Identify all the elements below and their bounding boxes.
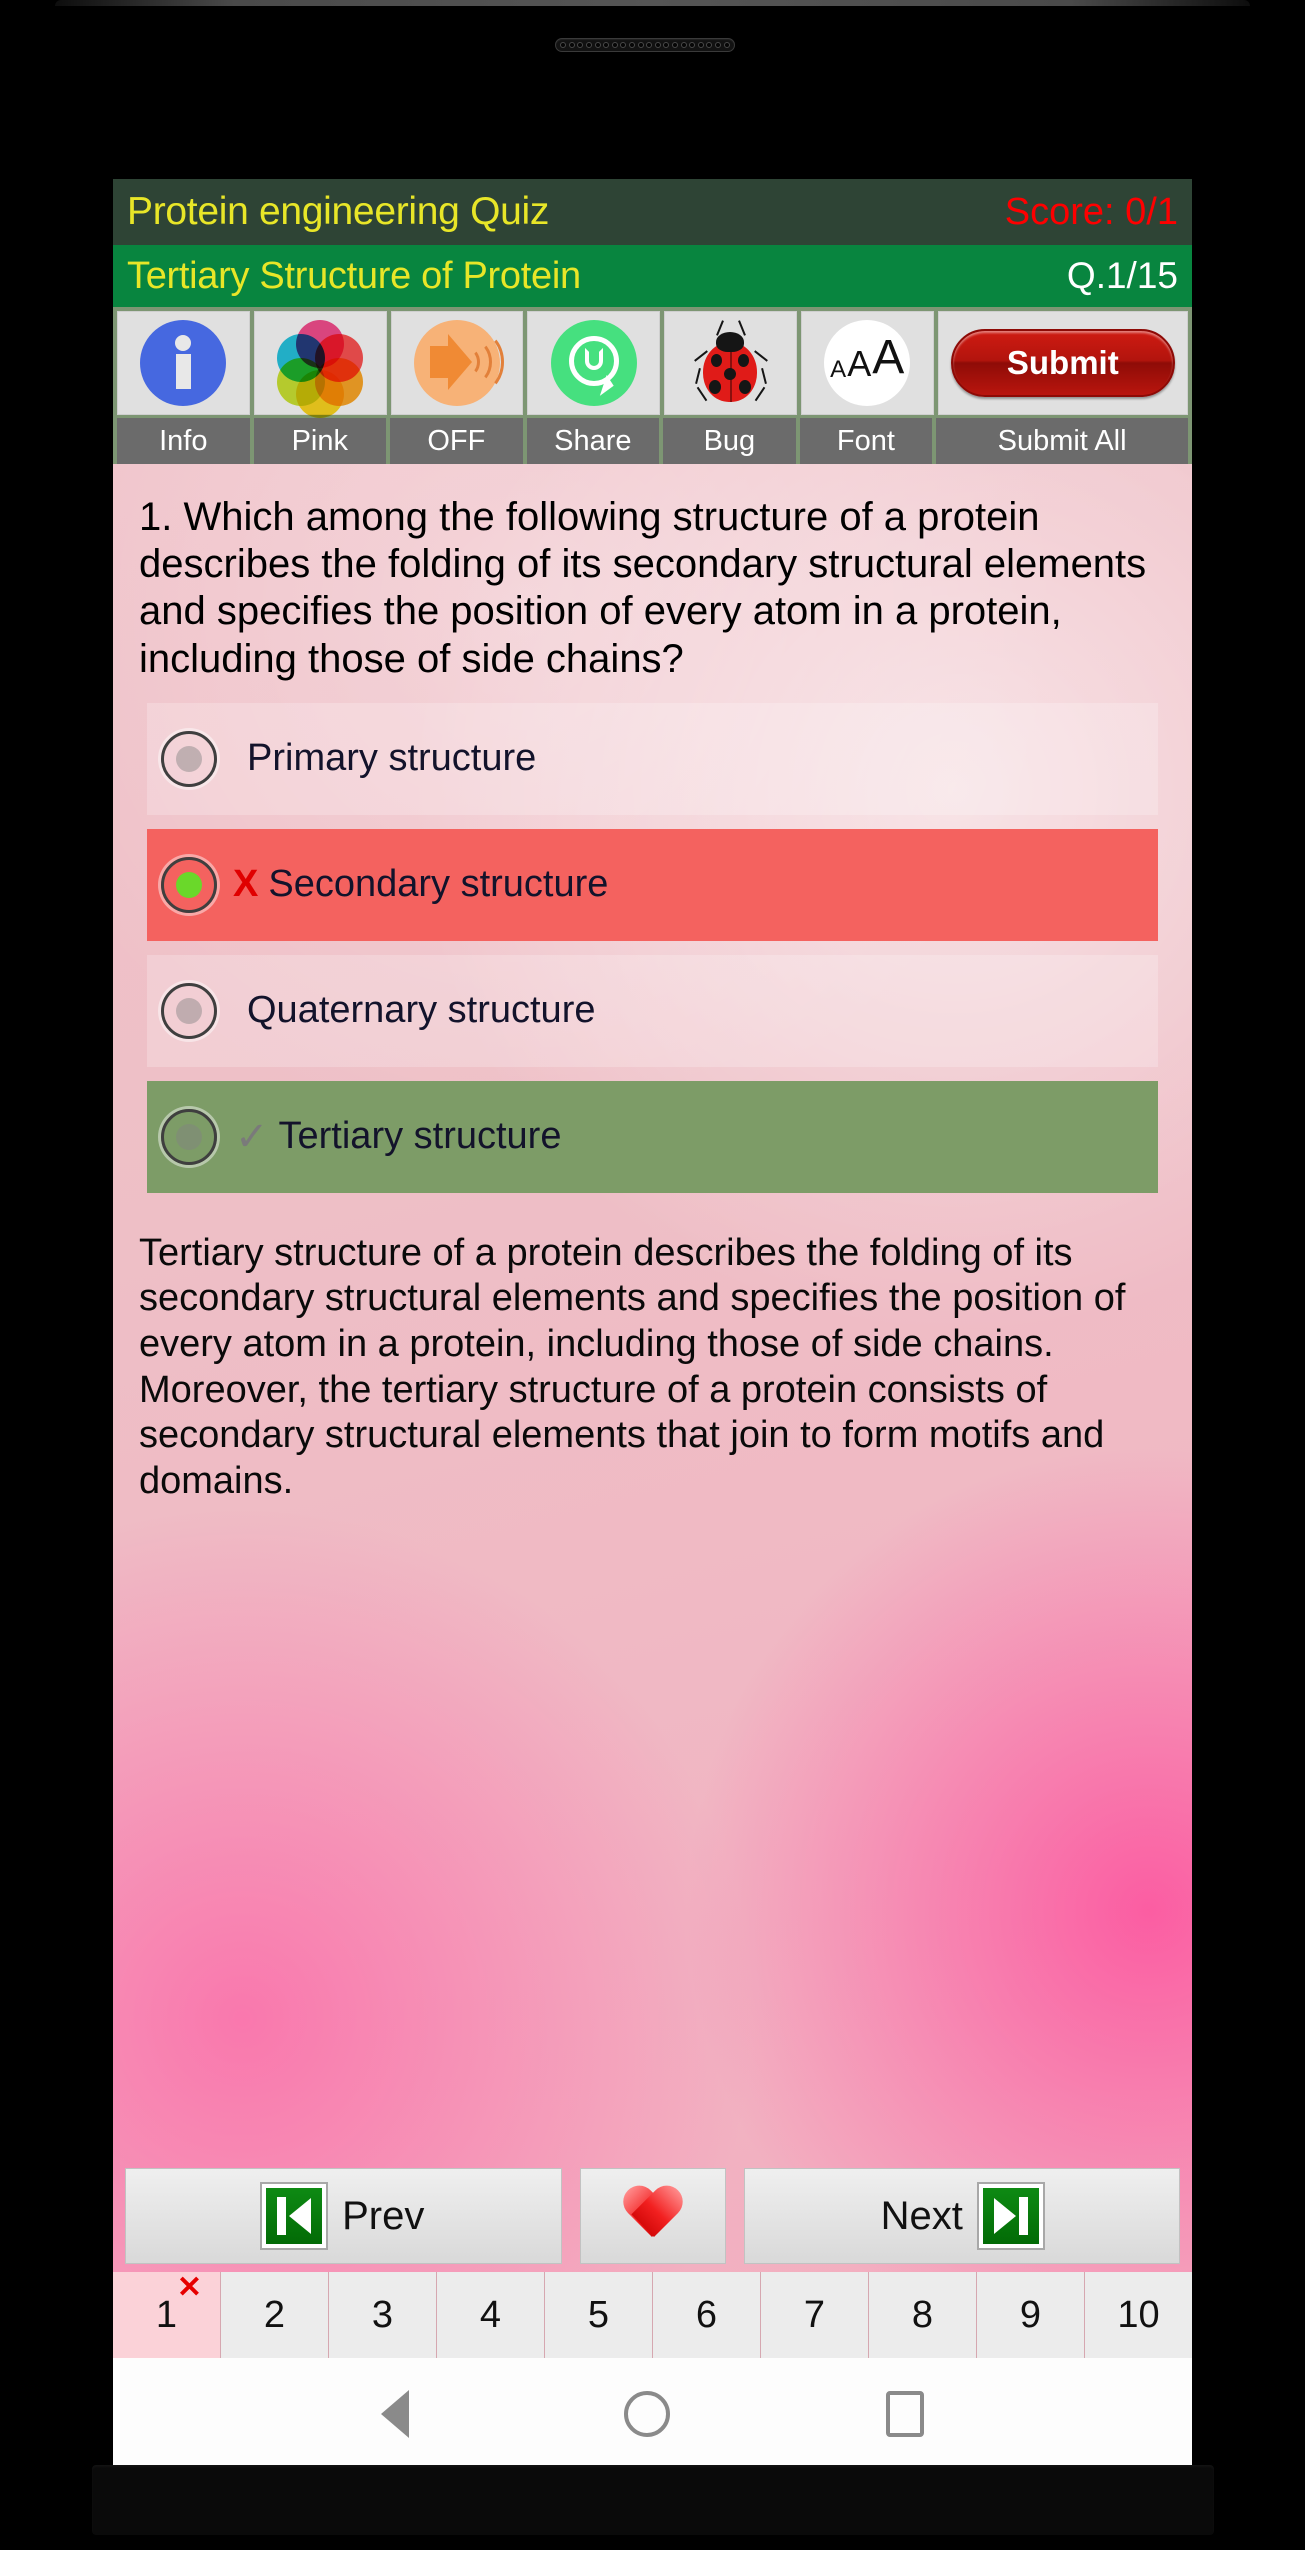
prev-button-label: Prev	[342, 2193, 425, 2238]
share-button[interactable]	[527, 311, 661, 415]
score-display: Score: 0/1	[1004, 190, 1178, 233]
theme-color-button[interactable]	[253, 311, 387, 418]
page-number-6: 6	[695, 2293, 718, 2336]
page-number-1: 1	[155, 2293, 178, 2336]
android-navigation-bar	[113, 2358, 1192, 2470]
phone-device: Protein engineering Quiz Score: 0/1 Tert…	[0, 0, 1305, 2550]
page-cell-8[interactable]: 8	[869, 2272, 977, 2358]
tool-label-off[interactable]: OFF	[390, 418, 523, 464]
heart-icon	[622, 2187, 684, 2245]
report-bug-button[interactable]	[664, 311, 797, 415]
page-cell-7[interactable]: 7	[761, 2272, 869, 2358]
tool-label-font[interactable]: Font	[799, 418, 933, 464]
app-screen: Protein engineering Quiz Score: 0/1 Tert…	[113, 179, 1192, 2495]
speaker-icon	[413, 320, 504, 406]
page-number-3: 3	[371, 2293, 394, 2336]
subject-title: Tertiary Structure of Protein	[127, 254, 581, 297]
page-wrong-mark: ✕	[176, 2271, 202, 2304]
correct-answer-mark: ✓	[235, 1114, 269, 1159]
page-cell-9[interactable]: 9	[977, 2272, 1085, 2358]
option-label-tertiary: Tertiary structure	[278, 1115, 562, 1158]
answer-options-list: Primary structure X Secondary structure …	[113, 702, 1192, 1193]
favorite-button[interactable]	[579, 2168, 726, 2264]
skip-to-start-icon	[260, 2182, 329, 2250]
option-quaternary-structure[interactable]: Quaternary structure	[147, 954, 1158, 1067]
back-icon[interactable]	[380, 2390, 409, 2438]
radio-quaternary-structure[interactable]	[161, 982, 217, 1039]
submit-button-label: Submit	[951, 329, 1175, 397]
question-pager: ✕ 1 2 3 4 5 6 7 8 9 10	[113, 2271, 1192, 2358]
radio-tertiary-structure[interactable]	[161, 1108, 217, 1165]
navigation-button-row: Prev Next	[113, 2168, 1192, 2264]
earpiece-speaker-grille	[555, 38, 735, 52]
submit-all-button[interactable]: Submit	[937, 311, 1189, 415]
option-label-primary: Primary structure	[247, 737, 537, 780]
tool-label-submit-all[interactable]: Submit All	[936, 418, 1188, 464]
option-primary-structure[interactable]: Primary structure	[147, 702, 1158, 815]
ladybug-icon	[687, 320, 773, 406]
page-number-7: 7	[803, 2293, 826, 2336]
option-label-secondary: Secondary structure	[268, 863, 609, 906]
app-title: Protein engineering Quiz	[127, 190, 550, 233]
prev-button[interactable]: Prev	[125, 2168, 562, 2264]
tool-bar: AAA Submit Info Pink OFF Share Bug Font …	[113, 307, 1192, 464]
page-cell-1[interactable]: ✕ 1	[113, 2271, 221, 2358]
page-number-8: 8	[911, 2293, 934, 2336]
page-cell-3[interactable]: 3	[329, 2272, 437, 2358]
option-secondary-structure[interactable]: X Secondary structure	[147, 828, 1158, 941]
recents-icon[interactable]	[886, 2391, 925, 2437]
page-cell-10[interactable]: 10	[1085, 2272, 1192, 2358]
question-counter: Q.1/15	[1066, 255, 1178, 296]
wrong-answer-mark: X	[233, 863, 259, 906]
tool-label-row: Info Pink OFF Share Bug Font Submit All	[117, 418, 1188, 464]
question-content-area: 1. Which among the following structure o…	[113, 464, 1192, 2272]
page-cell-4[interactable]: 4	[437, 2272, 545, 2358]
page-cell-2[interactable]: 2	[221, 2272, 329, 2358]
next-button-label: Next	[880, 2193, 963, 2238]
option-label-quaternary: Quaternary structure	[247, 989, 596, 1032]
page-cell-6[interactable]: 6	[653, 2272, 761, 2358]
tool-label-pink[interactable]: Pink	[253, 418, 387, 464]
radio-primary-structure[interactable]	[161, 730, 217, 787]
device-bottom-edge	[92, 2465, 1214, 2535]
info-button[interactable]	[117, 311, 250, 415]
explanation-text: Tertiary structure of a protein describe…	[139, 1231, 1126, 1502]
home-icon[interactable]	[624, 2391, 671, 2437]
tool-icon-row: AAA Submit	[117, 311, 1189, 418]
skip-to-end-icon	[976, 2182, 1045, 2250]
page-number-9: 9	[1019, 2293, 1042, 2336]
page-number-4: 4	[479, 2293, 502, 2336]
page-number-10: 10	[1117, 2293, 1160, 2336]
page-number-2: 2	[263, 2293, 286, 2336]
tool-label-info[interactable]: Info	[117, 418, 250, 464]
device-top-edge	[55, 0, 1250, 6]
page-number-5: 5	[587, 2293, 610, 2336]
info-icon	[140, 320, 227, 406]
page-cell-5[interactable]: 5	[545, 2272, 653, 2358]
question-text: 1. Which among the following structure o…	[139, 495, 1147, 681]
color-wheel-icon	[277, 320, 364, 418]
app-title-bar: Protein engineering Quiz Score: 0/1	[113, 179, 1192, 245]
next-button[interactable]: Next	[743, 2168, 1180, 2264]
sound-toggle-button[interactable]	[390, 311, 524, 415]
whatsapp-icon	[550, 320, 637, 406]
font-size-icon: AAA	[824, 320, 911, 406]
tool-label-share[interactable]: Share	[526, 418, 660, 464]
option-tertiary-structure[interactable]: ✓ Tertiary structure	[147, 1080, 1158, 1193]
tool-label-bug[interactable]: Bug	[663, 418, 796, 464]
font-size-button[interactable]: AAA	[800, 311, 934, 415]
subject-bar: Tertiary Structure of Protein Q.1/15	[113, 245, 1192, 307]
radio-secondary-structure[interactable]	[161, 856, 217, 913]
